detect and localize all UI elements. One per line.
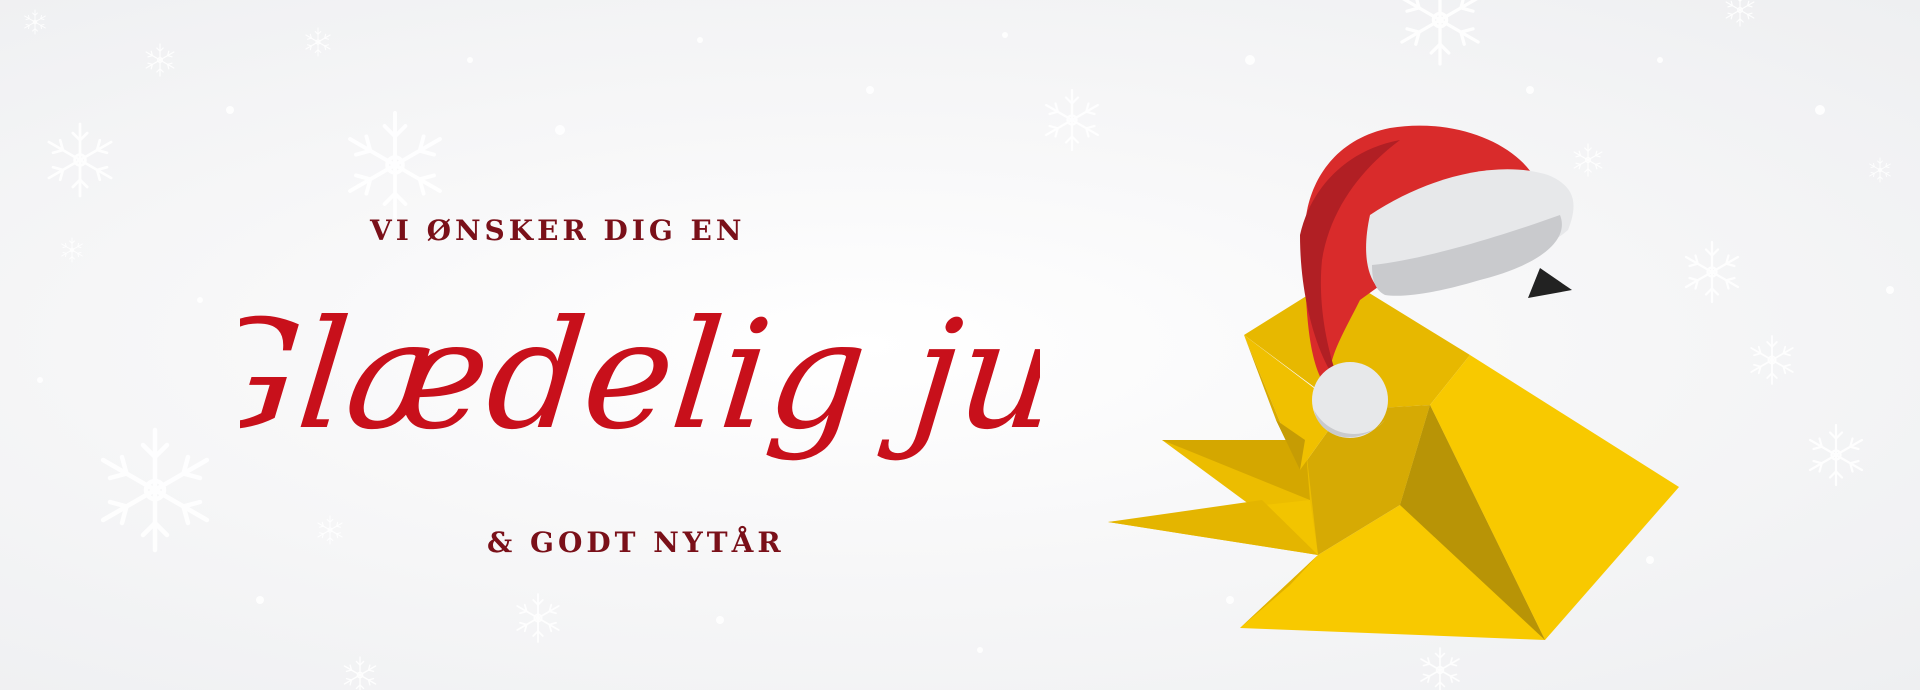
origami-bird-beak <box>1528 268 1572 298</box>
snowflake-icon <box>1725 0 1755 27</box>
snowflake-icon <box>103 430 207 550</box>
greeting-closing-text: & GODT NYTÅR <box>487 526 785 559</box>
snowflake-icon <box>317 515 343 545</box>
christmas-banner: VI ØNSKER DIG EN Glædelig jul & GODT NYT… <box>0 0 1920 690</box>
snowflake-icon <box>145 43 175 77</box>
snowflake-icon <box>1869 157 1891 183</box>
snowflake-icon <box>47 122 113 198</box>
greeting-headline-text: Glædelig jul <box>240 288 1040 463</box>
snowflake-icon <box>1400 0 1480 66</box>
snowflake-icon <box>343 656 377 690</box>
snowflake-icon <box>1750 335 1794 385</box>
snowflake-icon <box>305 27 331 57</box>
greeting-headline: Glædelig jul <box>240 288 1040 463</box>
origami-bird-with-santa-hat-icon <box>1108 125 1679 640</box>
snowflake-icon <box>348 111 442 219</box>
greeting-intro-text: VI ØNSKER DIG EN <box>370 214 746 247</box>
snowflake-icon <box>61 237 83 263</box>
snowflake-icon <box>516 593 560 643</box>
snowflake-icon <box>1808 423 1864 487</box>
origami-bird-body <box>1108 275 1679 640</box>
snowflake-icon <box>24 9 46 35</box>
